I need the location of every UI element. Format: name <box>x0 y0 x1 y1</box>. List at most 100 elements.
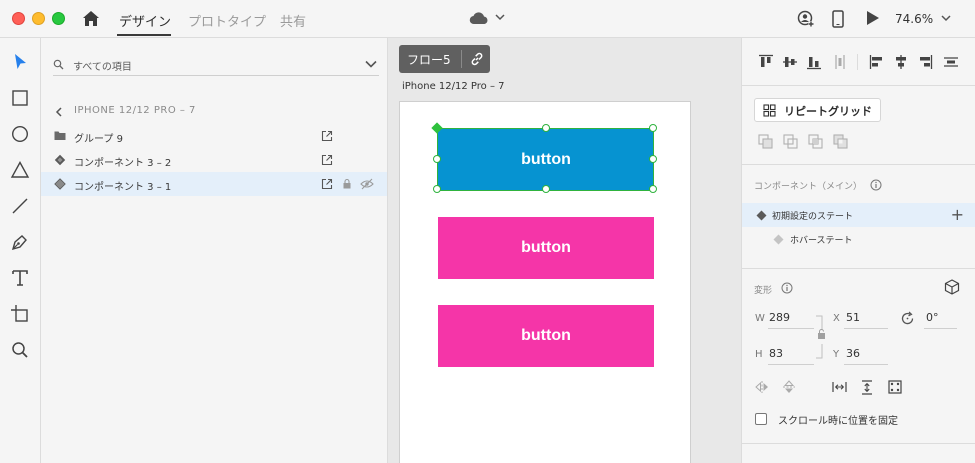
x-label: X <box>833 313 840 324</box>
layer-row-component-selected[interactable]: コンポーネント 3 – 1 <box>41 172 387 196</box>
fixed-scroll-checkbox[interactable] <box>755 413 767 425</box>
button-component-blue[interactable]: button <box>438 129 654 191</box>
lock-icon[interactable] <box>342 178 352 190</box>
line-tool-icon[interactable] <box>10 196 30 216</box>
layer-row-group[interactable]: グループ 9 <box>41 124 387 148</box>
tab-design[interactable]: デザイン <box>119 11 171 30</box>
3d-transform-icon[interactable] <box>944 279 960 295</box>
folder-icon <box>54 130 66 141</box>
cloud-icon[interactable] <box>469 11 489 25</box>
zoom-window-button[interactable] <box>52 12 65 25</box>
open-external-icon[interactable] <box>321 178 333 190</box>
y-input[interactable]: 36 <box>846 347 860 360</box>
zoom-tool-icon[interactable] <box>10 340 30 360</box>
chevron-down-icon[interactable] <box>941 14 951 22</box>
breadcrumb[interactable]: IPHONE 12/12 PRO – 7 <box>55 105 196 117</box>
ellipse-tool-icon[interactable] <box>10 124 30 144</box>
repeat-grid-button[interactable]: リピートグリッド <box>754 98 881 122</box>
add-user-icon[interactable] <box>797 10 815 28</box>
lock-aspect-ratio-icon[interactable] <box>814 314 826 360</box>
hide-eye-icon[interactable] <box>360 178 374 190</box>
component-icon <box>54 154 66 166</box>
button-component-pink[interactable]: button <box>438 305 654 367</box>
chevron-left-icon[interactable] <box>55 107 63 117</box>
flip-horizontal-icon[interactable] <box>755 380 769 394</box>
info-icon[interactable] <box>781 282 793 294</box>
zoom-level[interactable]: 74.6% <box>895 12 933 26</box>
pen-tool-icon[interactable] <box>10 232 30 252</box>
x-input-underline <box>844 328 888 329</box>
state-name: ホバーステート <box>790 236 853 246</box>
height-input[interactable]: 83 <box>769 347 783 360</box>
title-bar: デザイン プロトタイプ 共有 74.6% <box>0 0 975 38</box>
height-input-underline <box>768 364 814 365</box>
artboard-tool-icon[interactable] <box>10 304 30 324</box>
state-name: 初期設定のステート <box>772 212 854 222</box>
boolean-subtract-icon[interactable] <box>783 134 799 150</box>
artboard-title[interactable]: iPhone 12/12 Pro – 7 <box>402 81 505 92</box>
close-window-button[interactable] <box>12 12 25 25</box>
flow-badge[interactable]: フロー5 <box>399 45 490 73</box>
rotation-input-underline <box>924 328 957 329</box>
width-input[interactable]: 289 <box>769 311 790 324</box>
home-icon[interactable] <box>82 10 100 27</box>
play-icon[interactable] <box>866 10 880 26</box>
link-icon[interactable] <box>469 51 485 67</box>
properties-panel: リピートグリッド コンポーネント（メイン） 初期設定のステート + ホバーステー… <box>741 38 975 463</box>
divider <box>742 164 975 165</box>
active-tab-indicator <box>117 34 171 36</box>
tab-prototype[interactable]: プロトタイプ <box>188 11 266 30</box>
rectangle-tool-icon[interactable] <box>10 88 30 108</box>
tab-share[interactable]: 共有 <box>280 11 306 30</box>
boolean-add-icon[interactable] <box>758 134 774 150</box>
align-left-icon[interactable] <box>869 54 885 70</box>
divider <box>857 54 858 70</box>
pin-constraints-icon[interactable] <box>888 380 902 394</box>
boolean-exclude-icon[interactable] <box>833 134 849 150</box>
layer-row-component[interactable]: コンポーネント 3 – 2 <box>41 148 387 172</box>
width-input-underline <box>768 328 814 329</box>
artboard[interactable]: button button button <box>399 101 691 463</box>
text-tool-icon[interactable] <box>10 268 30 288</box>
chevron-down-icon[interactable] <box>495 13 505 21</box>
align-center-icon[interactable] <box>893 54 909 70</box>
layer-filter[interactable]: すべての項目 <box>53 52 379 76</box>
chevron-down-icon[interactable] <box>365 60 377 68</box>
polygon-tool-icon[interactable] <box>10 160 30 180</box>
search-icon <box>53 59 64 70</box>
device-preview-icon[interactable] <box>832 10 844 28</box>
open-external-icon[interactable] <box>321 154 333 166</box>
open-external-icon[interactable] <box>321 130 333 142</box>
component-icon <box>756 210 767 221</box>
distribute-horizontal-icon[interactable] <box>943 54 959 70</box>
distribute-vertical-icon[interactable] <box>832 54 848 70</box>
responsive-height-icon[interactable] <box>860 380 874 395</box>
fixed-scroll-label: スクロール時に位置を固定 <box>778 416 898 427</box>
select-tool-icon[interactable] <box>10 52 30 72</box>
info-icon[interactable] <box>870 179 882 191</box>
state-row-default[interactable]: 初期設定のステート + <box>742 203 975 227</box>
state-row-hover[interactable]: ホバーステート <box>742 227 975 251</box>
flip-vertical-icon[interactable] <box>782 380 796 394</box>
align-top-icon[interactable] <box>758 54 774 70</box>
align-right-icon[interactable] <box>917 54 933 70</box>
width-label: W <box>755 313 765 324</box>
component-icon <box>54 178 66 190</box>
y-label: Y <box>833 349 840 360</box>
rotation-input[interactable]: 0° <box>926 311 939 324</box>
button-component-pink[interactable]: button <box>438 217 654 279</box>
design-canvas[interactable]: フロー5 iPhone 12/12 Pro – 7 button button … <box>388 38 741 463</box>
rotate-icon[interactable] <box>900 311 915 326</box>
add-state-icon[interactable]: + <box>951 205 964 224</box>
grid-icon <box>763 104 776 117</box>
y-input-underline <box>844 364 888 365</box>
boolean-intersect-icon[interactable] <box>808 134 824 150</box>
responsive-width-icon[interactable] <box>832 380 847 394</box>
minimize-window-button[interactable] <box>32 12 45 25</box>
breadcrumb-label: IPHONE 12/12 PRO – 7 <box>74 105 196 116</box>
divider <box>742 268 975 269</box>
x-input[interactable]: 51 <box>846 311 860 324</box>
align-middle-icon[interactable] <box>782 54 798 70</box>
align-bottom-icon[interactable] <box>806 54 822 70</box>
divider <box>742 443 975 444</box>
